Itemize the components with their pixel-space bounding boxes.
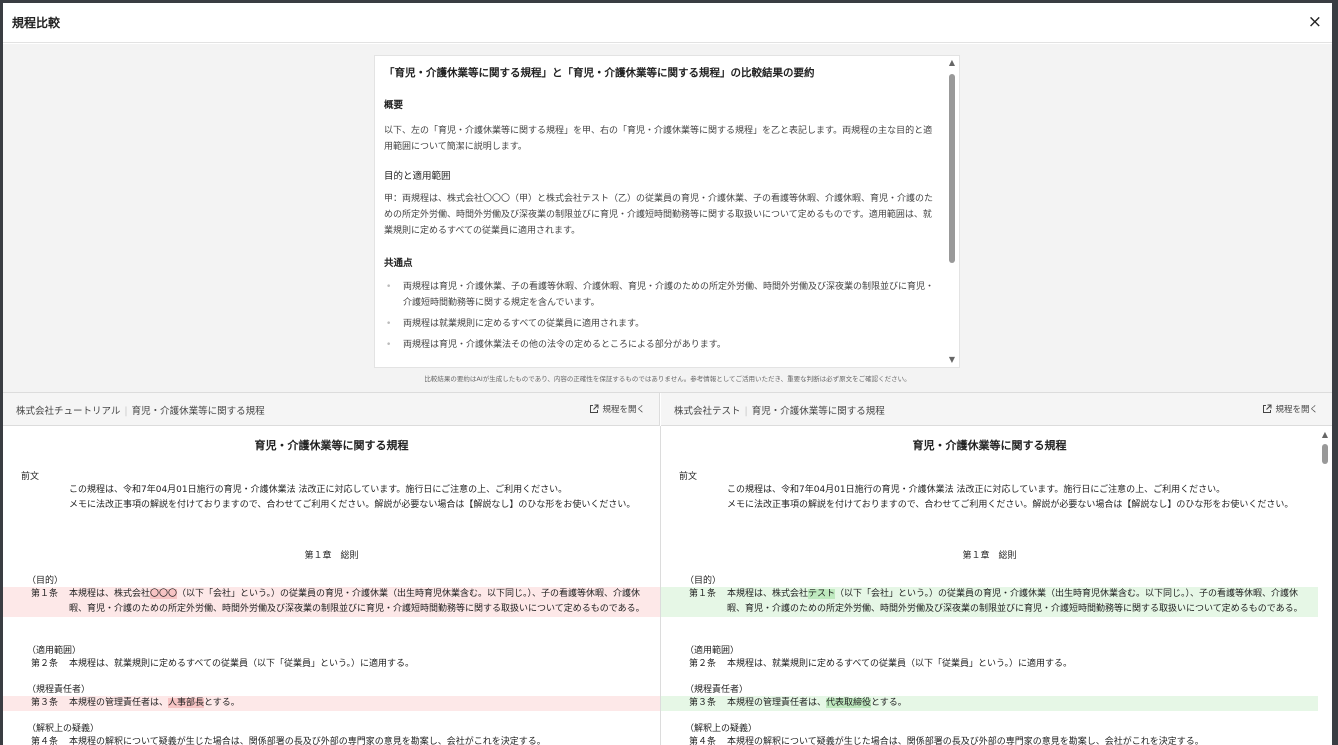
chapter-heading: 第１章 総則 [962, 551, 1017, 561]
diff-highlight: 〇〇〇 [150, 589, 178, 599]
right-document-pane[interactable]: 育児・介護休業等に関する規程 前文 この規程は、令和7年04月01日施行の育児・… [661, 426, 1332, 745]
close-button[interactable]: × [1308, 12, 1322, 32]
list-item: • 両規程は就業規則に定めるすべての従業員に適用されます。 [384, 316, 934, 332]
bullet-icon: • [386, 319, 392, 329]
right-doc-bar: 株式会社テスト | 育児・介護休業等に関する規程 規程を開く [661, 393, 1332, 426]
external-link-icon [590, 404, 599, 413]
right-doc-name: 育児・介護休業等に関する規程 [751, 406, 885, 417]
left-company-name: 株式会社チュートリアル [16, 406, 121, 417]
purpose-heading: 目的と適用範囲 [384, 171, 451, 182]
article-3-deleted: 第３条 本規程の管理責任者は、人事部長とする。 [3, 696, 660, 711]
article-caption: （解釈上の疑義） [685, 724, 758, 734]
preamble-text: この規程は、令和7年04月01日施行の育児・介護休業法 法改正に対応しています。… [727, 485, 1294, 510]
article-1-added: 第１条 本規程は、株式会社テスト（以下「会社」という。）の従業員の育児・介護休業… [661, 587, 1318, 617]
list-item: • 両規程は育児・介護休業、子の看護等休暇、介護休暇、育児・介護のための所定外労働… [384, 279, 934, 311]
divider: | [124, 406, 128, 417]
preamble-label: 前文 [679, 472, 698, 482]
modal-header: 規程比較 × [3, 3, 1332, 43]
bullet-icon: • [386, 340, 392, 350]
right-open-button[interactable]: 規程を開く [1262, 403, 1318, 415]
overview-heading: 概要 [384, 100, 404, 111]
left-doc-bar: 株式会社チュートリアル | 育児・介護休業等に関する規程 規程を開く [3, 393, 660, 426]
summary-title: 「育児・介護休業等に関する規程」と「育児・介護休業等に関する規程」の比較結果の要… [384, 67, 815, 79]
article-3-added: 第３条 本規程の管理責任者は、代表取締役とする。 [661, 696, 1318, 711]
article-2: 第２条 本規程は、就業規則に定めるすべての従業員（以下「従業員」という。）に適用… [689, 659, 1072, 669]
preamble-label: 前文 [21, 472, 40, 482]
article-1-deleted: 第１条 本規程は、株式会社〇〇〇（以下「会社」という。）の従業員の育児・介護休業… [3, 587, 660, 617]
common-points-list: • 両規程は育児・介護休業、子の看護等休暇、介護休暇、育児・介護のための所定外労働… [384, 279, 934, 358]
article-caption: （適用範囲） [27, 646, 82, 656]
article-caption: （解釈上の疑義） [27, 724, 100, 734]
ai-disclaimer: 比較結果の要約はAIが生成したものであり、内容の正確性を保証するものではありませ… [424, 375, 911, 383]
left-doc-label: 株式会社チュートリアル | 育児・介護休業等に関する規程 [16, 403, 265, 417]
summary-scrollbar[interactable]: ▲ ▼ [947, 58, 957, 365]
common-heading: 共通点 [384, 258, 413, 269]
article-caption: （規程責任者） [685, 685, 749, 695]
left-open-button[interactable]: 規程を開く [589, 403, 645, 415]
scroll-up-icon[interactable]: ▲ [947, 58, 957, 68]
article-caption: （目的） [27, 576, 64, 586]
divider: | [744, 406, 748, 417]
purpose-text: 甲：両規程は、株式会社〇〇〇（甲）と株式会社テスト（乙）の従業員の育児・介護休業… [384, 194, 934, 236]
summary-card[interactable]: 「育児・介護休業等に関する規程」と「育児・介護休業等に関する規程」の比較結果の要… [374, 55, 960, 368]
right-doc-title: 育児・介護休業等に関する規程 [912, 439, 1067, 452]
document-scrollbar[interactable]: ▲ [1320, 430, 1330, 742]
article-caption: （目的） [685, 576, 722, 586]
left-doc-name: 育児・介護休業等に関する規程 [131, 406, 265, 417]
chapter-heading: 第１章 総則 [304, 551, 359, 561]
comparison-modal: 規程比較 × 「育児・介護休業等に関する規程」と「育児・介護休業等に関する規程」… [3, 3, 1332, 745]
left-doc-title: 育児・介護休業等に関する規程 [254, 439, 409, 452]
article-2: 第２条 本規程は、就業規則に定めるすべての従業員（以下「従業員」という。）に適用… [31, 659, 414, 669]
overview-text: 以下、左の「育児・介護休業等に関する規程」を甲、右の「育児・介護休業等に関する規… [384, 126, 933, 152]
scrollbar-thumb[interactable] [949, 74, 955, 263]
article-caption: （適用範囲） [685, 646, 740, 656]
left-document-pane[interactable]: 育児・介護休業等に関する規程 前文 この規程は、令和7年04月01日施行の育児・… [3, 426, 661, 745]
summary-area: 「育児・介護休業等に関する規程」と「育児・介護休業等に関する規程」の比較結果の要… [3, 44, 1332, 393]
bullet-icon: • [386, 282, 392, 292]
article-4: 第４条 本規程の解釈について疑義が生じた場合は、関係部署の長及び外部の専門家の意… [689, 737, 1204, 745]
list-item: • 両規程は育児・介護休業法その他の法令の定めるところによる部分があります。 [384, 337, 934, 353]
external-link-icon [1263, 404, 1272, 413]
diff-highlight: テスト [808, 589, 836, 599]
right-doc-label: 株式会社テスト | 育児・介護休業等に関する規程 [674, 403, 885, 417]
diff-highlight: 人事部長 [168, 698, 205, 708]
article-4: 第４条 本規程の解釈について疑義が生じた場合は、関係部署の長及び外部の専門家の意… [31, 737, 546, 745]
right-company-name: 株式会社テスト [674, 406, 741, 417]
diff-highlight: 代表取締役 [826, 698, 872, 708]
article-caption: （規程責任者） [27, 685, 91, 695]
modal-title: 規程比較 [12, 16, 61, 30]
scroll-down-icon[interactable]: ▼ [947, 355, 957, 365]
scroll-up-icon[interactable]: ▲ [1320, 430, 1330, 440]
scrollbar-thumb[interactable] [1322, 444, 1328, 464]
preamble-text: この規程は、令和7年04月01日施行の育児・介護休業法 法改正に対応しています。… [69, 485, 636, 510]
